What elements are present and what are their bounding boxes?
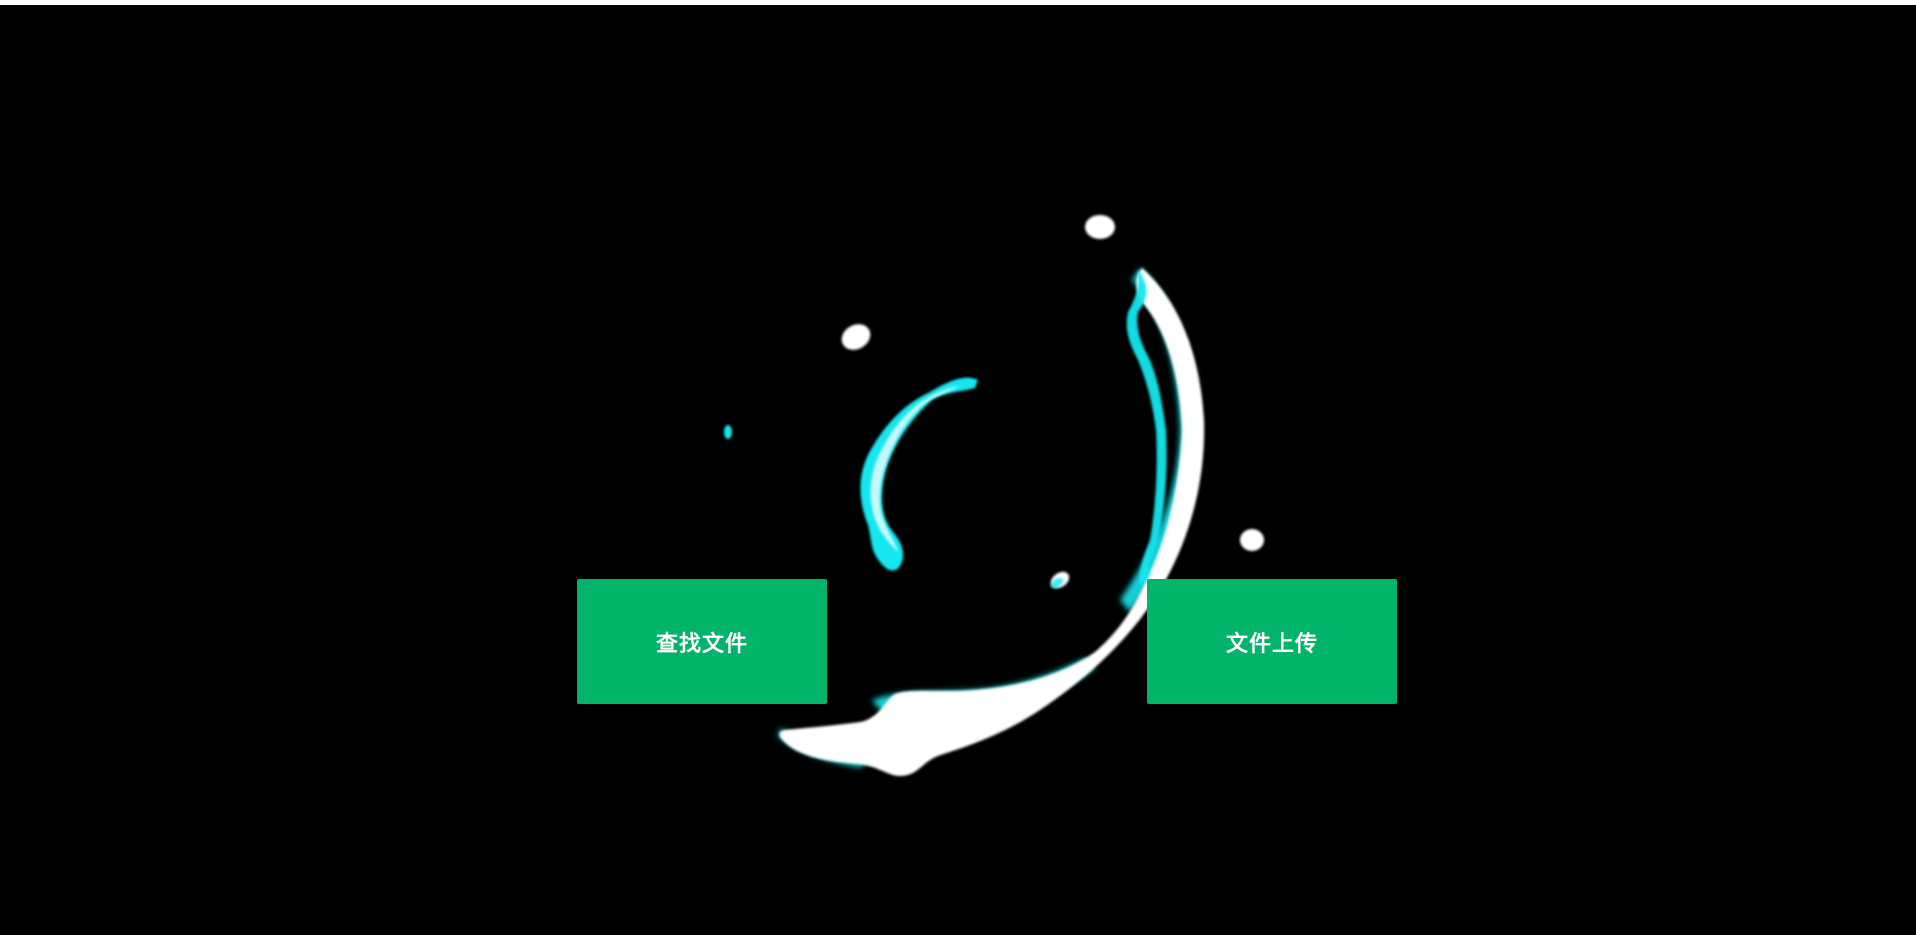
fluid-inner-curl-core	[870, 386, 960, 552]
fluid-droplet-top	[1085, 215, 1115, 239]
fluid-splash-canvas[interactable]	[0, 0, 1916, 935]
fluid-droplet-right	[1240, 529, 1264, 551]
fluid-droplet-tiny	[724, 425, 732, 439]
page: 查找文件 文件上传	[0, 0, 1916, 935]
fluid-droplet-left	[841, 324, 871, 350]
search-files-button[interactable]: 查找文件	[577, 579, 827, 704]
upload-file-button[interactable]: 文件上传	[1147, 579, 1397, 704]
